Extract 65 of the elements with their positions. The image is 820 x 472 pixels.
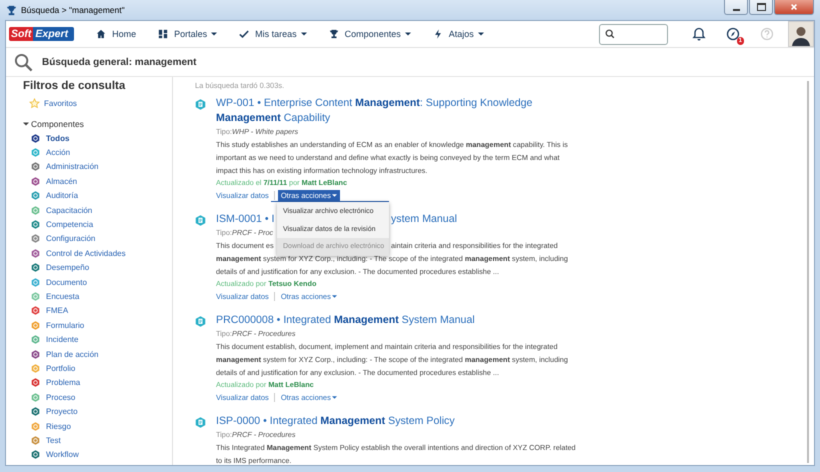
section-label[interactable]: Componentes xyxy=(31,119,84,129)
result-title[interactable]: PRC000008 • Integrated Management System Manual xyxy=(216,313,475,328)
result-title[interactable]: ystem Manual xyxy=(391,212,457,227)
sidebar-title: Filtros de consulta xyxy=(23,80,126,92)
caret-icon xyxy=(332,193,337,198)
sidebar-item[interactable]: Competencia xyxy=(31,217,94,232)
check-icon xyxy=(239,29,250,39)
sidebar-item[interactable]: Control de Actividades xyxy=(31,246,126,261)
window-title: Búsqueda > "management" xyxy=(21,5,125,15)
help-icon xyxy=(760,27,774,41)
document-icon xyxy=(195,215,206,226)
minimize-button[interactable] xyxy=(724,0,748,15)
sidebar-item[interactable]: Riesgo xyxy=(31,418,71,434)
sidebar-item[interactable]: Todos xyxy=(31,131,70,146)
caret-icon xyxy=(332,294,337,299)
search-icon xyxy=(605,29,615,39)
nav-menu-item[interactable]: Mis tareas xyxy=(239,29,307,39)
sidebar-item[interactable]: Formulario xyxy=(31,318,84,332)
sidebar-item[interactable]: Documento xyxy=(31,274,87,290)
nav-menu-item[interactable]: Portales xyxy=(158,29,218,39)
sidebar-item[interactable]: Configuración xyxy=(31,232,96,246)
sidebar-item[interactable]: Capacitación xyxy=(31,202,92,218)
sidebar-item[interactable]: Auditoría xyxy=(31,188,78,203)
result-title[interactable]: ISP-0000 • Integrated Management System Policy xyxy=(216,414,455,429)
document-icon xyxy=(195,316,206,327)
sidebar-item[interactable]: Desempeño xyxy=(31,260,90,275)
sidebar-item[interactable]: Almacén xyxy=(31,174,78,189)
maximize-button[interactable] xyxy=(749,0,773,15)
nav-menu-item[interactable]: Atajos xyxy=(432,29,484,39)
sidebar-item[interactable]: Proyecto xyxy=(31,404,78,419)
sidebar-item[interactable]: Test xyxy=(31,433,61,448)
sidebar-item[interactable]: Administración xyxy=(31,160,98,174)
caret-icon xyxy=(332,395,337,400)
search-icon xyxy=(14,52,33,72)
caret-icon[interactable] xyxy=(23,121,29,127)
sidebar-item[interactable]: Incidente xyxy=(31,332,78,347)
nav-menu-item[interactable]: Componentes xyxy=(328,29,411,39)
sidebar-item[interactable]: Plan de acción xyxy=(31,346,98,362)
sidebar-item[interactable]: Workflow xyxy=(31,448,79,462)
result-title[interactable]: Management Capability xyxy=(216,111,330,126)
sidebar-item[interactable]: Portfolio xyxy=(31,361,76,376)
house-icon xyxy=(96,29,106,39)
sidebar-item[interactable]: Acción xyxy=(31,145,70,160)
avatar[interactable] xyxy=(788,21,814,47)
compass-icon[interactable] xyxy=(726,27,740,41)
favorites-link[interactable]: Favoritos xyxy=(29,98,77,109)
result-title[interactable]: WP-001 • Enterprise Content Management: Supporting Knowledge xyxy=(216,96,532,111)
close-button[interactable] xyxy=(774,0,814,15)
bell-icon[interactable] xyxy=(692,27,706,41)
sidebar-item[interactable]: Problema xyxy=(31,376,80,390)
close-icon xyxy=(790,3,798,11)
document-icon xyxy=(195,417,206,428)
search-field[interactable] xyxy=(599,24,668,44)
nav-menu-item[interactable]: Home xyxy=(96,29,136,39)
document-icon xyxy=(195,99,206,110)
grid-icon xyxy=(158,29,168,39)
star-icon xyxy=(29,98,40,109)
trophy-icon xyxy=(6,4,17,16)
page-title: Búsqueda general: management xyxy=(42,56,196,68)
trophy-icon xyxy=(328,29,339,39)
sidebar-item[interactable]: FMEA xyxy=(31,304,68,318)
sidebar-item[interactable]: Encuesta xyxy=(31,289,80,304)
lightning-icon xyxy=(432,29,443,39)
result-title[interactable]: ISM-0001 • I xyxy=(216,213,274,225)
sidebar-item[interactable]: Proceso xyxy=(31,390,76,404)
